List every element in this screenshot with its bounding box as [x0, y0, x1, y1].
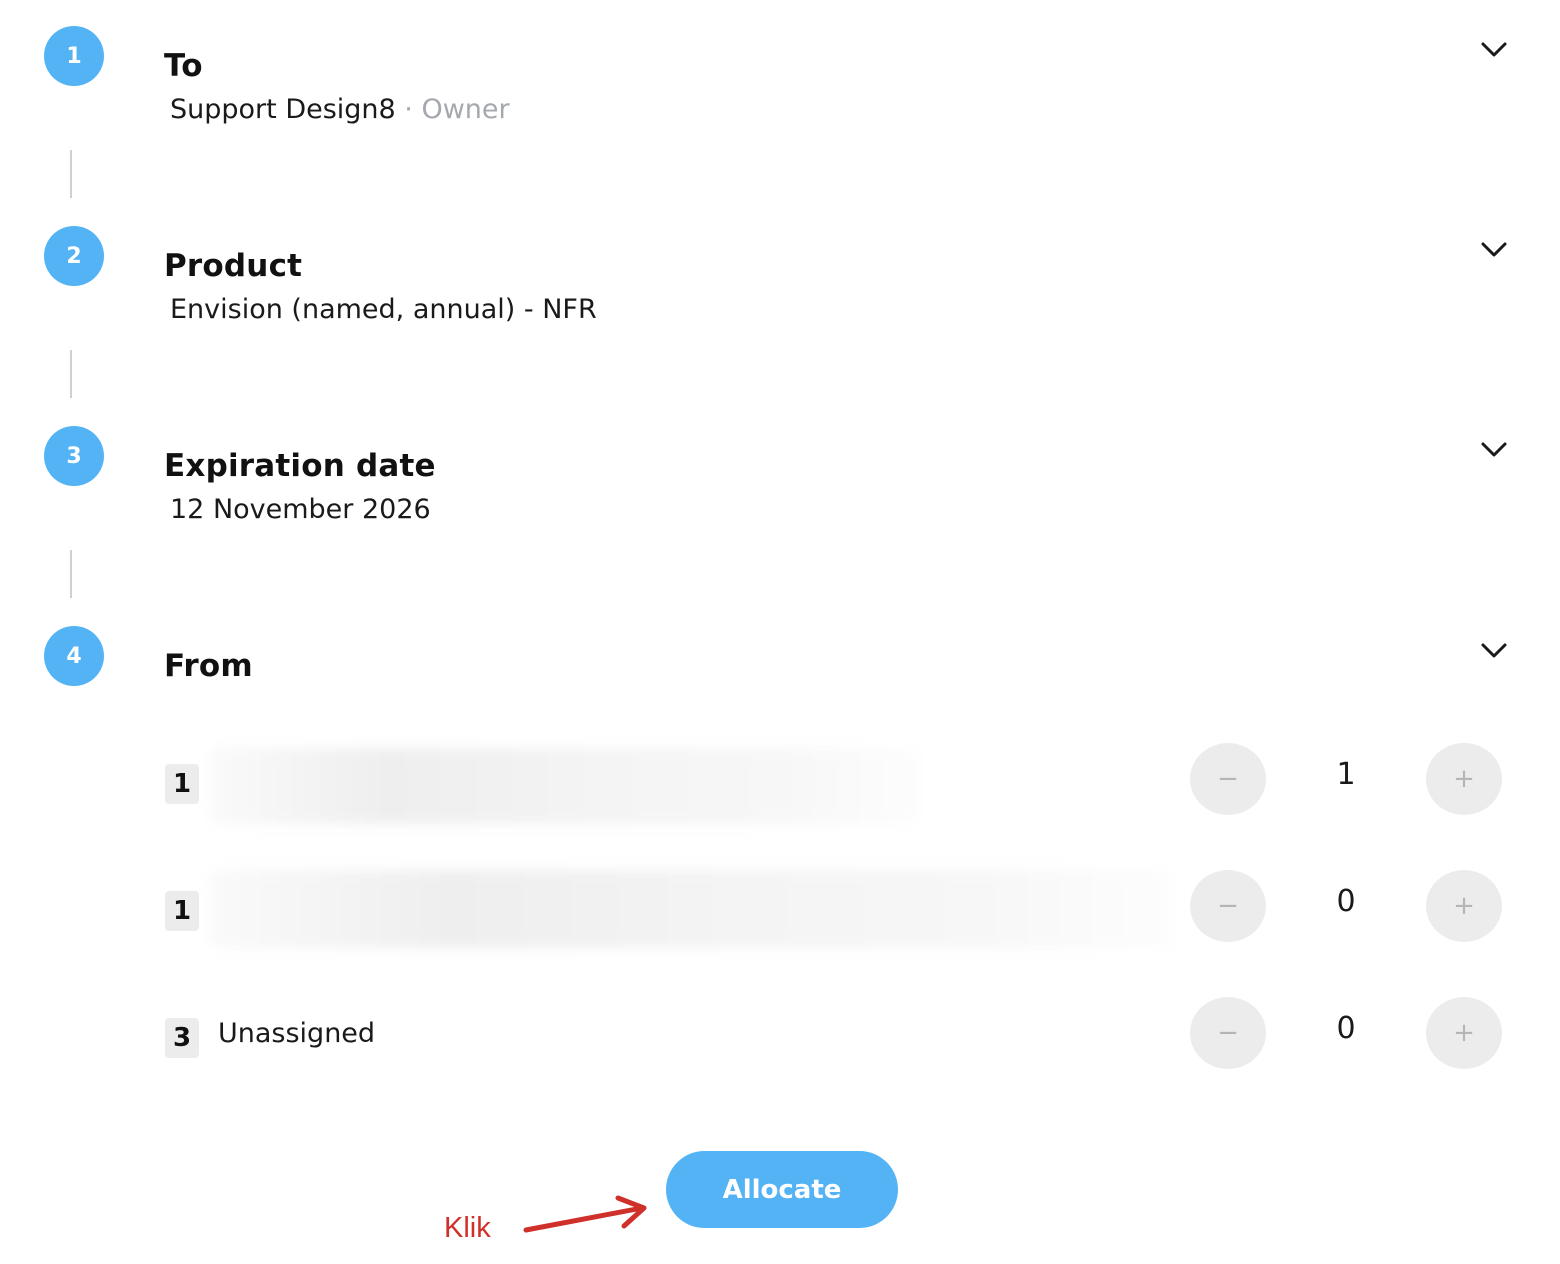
- increment-button[interactable]: +: [1426, 870, 1502, 942]
- step-4-number-badge: 4: [44, 626, 104, 686]
- step-3-number-badge: 3: [44, 426, 104, 486]
- decrement-button[interactable]: −: [1190, 870, 1266, 942]
- decrement-button[interactable]: −: [1190, 743, 1266, 815]
- unassigned-label: Unassigned: [218, 1018, 376, 1049]
- license-count-badge: 1: [165, 891, 199, 931]
- recipient-name: Support Design8: [170, 94, 396, 125]
- recipient-role: · Owner: [395, 94, 510, 125]
- redacted-source-name: [210, 748, 920, 824]
- decrement-button[interactable]: −: [1190, 997, 1266, 1069]
- annotation-arrow-icon: [523, 1195, 647, 1233]
- step-3-value: 12 November 2026: [170, 494, 431, 525]
- step-3-title: Expiration date: [164, 448, 436, 484]
- step-connector: [70, 350, 72, 398]
- step-1-title: To: [164, 48, 203, 84]
- chevron-down-icon[interactable]: [1478, 434, 1510, 466]
- license-count-badge: 3: [165, 1018, 199, 1058]
- step-4-title: From: [164, 648, 253, 684]
- step-1-value: Support Design8 · Owner: [170, 94, 510, 125]
- allocate-button[interactable]: Allocate: [666, 1151, 898, 1228]
- step-2-value: Envision (named, annual) - NFR: [170, 294, 597, 325]
- quantity-value: 1: [1336, 757, 1356, 792]
- increment-button[interactable]: +: [1426, 743, 1502, 815]
- redacted-source-name: [210, 870, 1172, 948]
- quantity-value: 0: [1336, 884, 1356, 919]
- step-2-number-badge: 2: [44, 226, 104, 286]
- license-count-badge: 1: [165, 764, 199, 804]
- step-connector: [70, 150, 72, 198]
- step-1-number-badge: 1: [44, 26, 104, 86]
- increment-button[interactable]: +: [1426, 997, 1502, 1069]
- step-2-title: Product: [164, 248, 303, 284]
- chevron-down-icon[interactable]: [1478, 234, 1510, 266]
- chevron-down-icon[interactable]: [1478, 34, 1510, 66]
- quantity-value: 0: [1336, 1011, 1356, 1046]
- step-connector: [70, 550, 72, 598]
- annotation-label: Klik: [444, 1212, 491, 1244]
- chevron-down-icon[interactable]: [1478, 635, 1510, 667]
